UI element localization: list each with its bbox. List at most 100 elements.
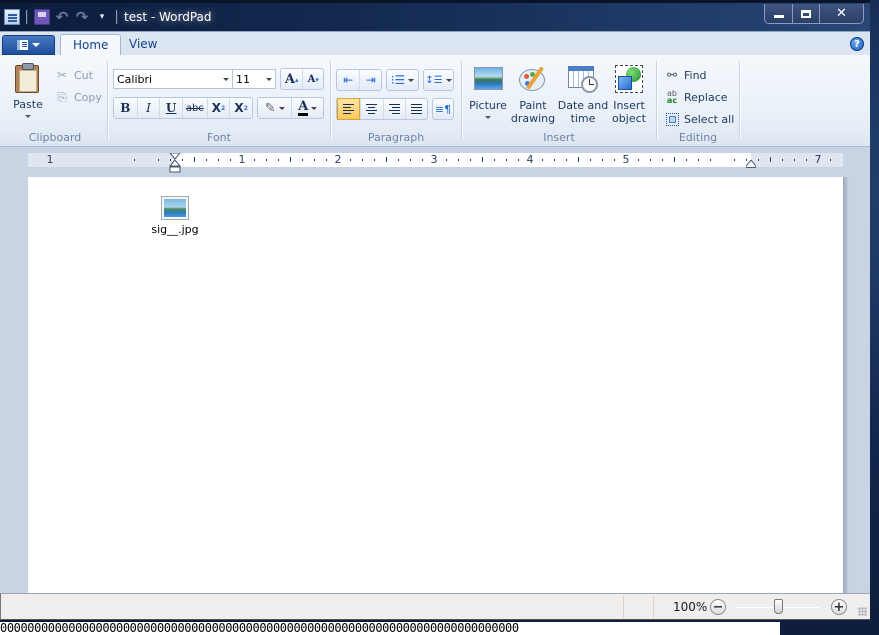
status-divider [623, 596, 624, 618]
image-file-icon [161, 196, 189, 220]
replace-button[interactable]: ab ac Replace [664, 87, 728, 107]
bullet-list-button[interactable]: ⁝☰ [387, 70, 418, 90]
highlight-color-button[interactable]: ✎ [258, 98, 291, 118]
right-indent-marker[interactable] [746, 160, 756, 168]
ruler-tick [542, 159, 543, 161]
paste-button[interactable]: Paste [10, 62, 46, 118]
clipboard-group: Paste ✂ Cut ⎘ Copy Clipboard [4, 60, 106, 146]
close-button[interactable]: ✕ [819, 4, 863, 23]
ruler-tick [314, 159, 315, 161]
justify-button[interactable] [405, 99, 427, 119]
picture-dropdown-icon[interactable] [485, 116, 491, 119]
superscript-button[interactable]: X2 [229, 98, 252, 118]
help-icon[interactable]: ? [850, 37, 864, 51]
strikethrough-button[interactable]: abc [182, 98, 207, 118]
clipboard-group-label: Clipboard [28, 131, 82, 144]
font-family-select[interactable]: Calibri [113, 69, 233, 89]
bold-button[interactable]: B [114, 98, 137, 118]
document-menu-icon [17, 40, 28, 50]
group-divider [739, 61, 740, 139]
grow-font-button[interactable]: A ▴ [281, 69, 302, 89]
align-right-icon [388, 104, 400, 114]
select-all-button[interactable]: Select all [664, 109, 734, 129]
italic-button[interactable]: I [136, 98, 160, 118]
scissors-icon: ✂ [56, 68, 68, 82]
ruler-tick [830, 159, 831, 161]
first-line-indent-marker[interactable] [169, 153, 181, 173]
paint-drawing-label-1: Paint [519, 99, 547, 112]
ruler-label: 5 [622, 153, 630, 166]
shrink-font-button[interactable]: A ▾ [302, 69, 323, 89]
find-button[interactable]: ⚯ Find [664, 65, 707, 85]
align-right-button[interactable] [382, 99, 406, 119]
font-color-button[interactable]: A [291, 98, 323, 118]
group-divider [330, 61, 331, 139]
maximize-button[interactable] [792, 4, 819, 23]
alignment-buttons [336, 98, 428, 120]
underline-button[interactable]: U [159, 98, 182, 118]
ruler-tick [362, 159, 363, 161]
zoom-in-button[interactable]: + [831, 599, 847, 615]
ruler-tick [386, 157, 387, 162]
line-spacing-button[interactable]: ↕☰ [424, 70, 453, 90]
zoom-slider-thumb[interactable] [774, 599, 783, 614]
align-left-button[interactable] [337, 98, 360, 120]
resize-grip[interactable] [858, 607, 867, 616]
date-time-button[interactable]: Date and time [557, 63, 609, 125]
picture-button[interactable]: Picture [466, 63, 510, 119]
customize-qat-dropdown-icon[interactable]: ▾ [94, 9, 110, 25]
ruler-tick [134, 159, 135, 161]
ruler-text-area [175, 153, 751, 167]
plus-icon: + [833, 599, 845, 615]
redo-icon[interactable]: ↷ [74, 8, 90, 26]
paint-drawing-label-2: drawing [510, 112, 556, 125]
align-left-icon [342, 104, 354, 114]
font-size-select[interactable]: 11 [232, 69, 276, 89]
save-icon[interactable] [34, 9, 50, 25]
minimize-button[interactable] [765, 4, 792, 23]
find-label: Find [684, 68, 707, 82]
document-page[interactable]: sig__.jpg [28, 177, 843, 593]
paragraph-group-label: Paragraph [367, 131, 425, 144]
insert-object-label-2: object [612, 112, 646, 125]
copy-button[interactable]: ⎘ Copy [54, 87, 102, 107]
paragraph-settings-button[interactable]: ≡¶ [433, 99, 453, 119]
application-menu-button[interactable] [2, 35, 55, 55]
group-divider [107, 61, 108, 139]
close-icon: ✕ [836, 6, 847, 21]
decrease-indent-button[interactable]: ⇤ [337, 70, 359, 90]
line-spacing-icon: ↕☰ [425, 74, 443, 86]
ruler-label: 4 [526, 153, 534, 166]
copy-icon: ⎘ [57, 89, 67, 104]
tab-home[interactable]: Home [60, 34, 122, 57]
title-bar[interactable]: ↶ ↷ ▾ test - WordPad ✕ [0, 0, 870, 31]
ruler-tick [266, 159, 267, 161]
undo-icon[interactable]: ↶ [54, 8, 70, 26]
insert-object-button[interactable]: Insert object [609, 63, 649, 125]
ruler-tick [218, 159, 219, 161]
zoom-out-button[interactable]: − [710, 599, 726, 615]
superscript-icon: X [234, 101, 244, 115]
paint-drawing-button[interactable]: Paint drawing [509, 63, 557, 125]
ruler-label: 3 [430, 153, 438, 166]
ruler-tick [590, 159, 591, 161]
ruler-tick [758, 159, 759, 161]
embedded-file-object[interactable]: sig__.jpg [151, 196, 199, 236]
group-divider [656, 61, 657, 139]
align-center-button[interactable] [359, 99, 383, 119]
wordpad-app-icon[interactable] [4, 9, 20, 25]
paste-dropdown-icon[interactable] [25, 115, 31, 118]
select-all-label: Select all [684, 112, 735, 126]
horizontal-ruler[interactable]: 1 1 2 3 4 5 7 [28, 153, 843, 173]
highlighter-icon: ✎ [264, 100, 276, 116]
qat-separator [26, 10, 28, 24]
increase-indent-button[interactable]: ⇥ [359, 70, 381, 90]
subscript-button[interactable]: X2 [206, 98, 230, 118]
ruler-tick [686, 159, 687, 161]
ruler-area: 1 1 2 3 4 5 7 [0, 147, 870, 177]
ruler-tick [398, 159, 399, 161]
tab-view[interactable]: View [117, 34, 169, 56]
qat-separator [116, 10, 118, 24]
replace-label: Replace [684, 90, 728, 104]
cut-button[interactable]: ✂ Cut [54, 65, 93, 85]
